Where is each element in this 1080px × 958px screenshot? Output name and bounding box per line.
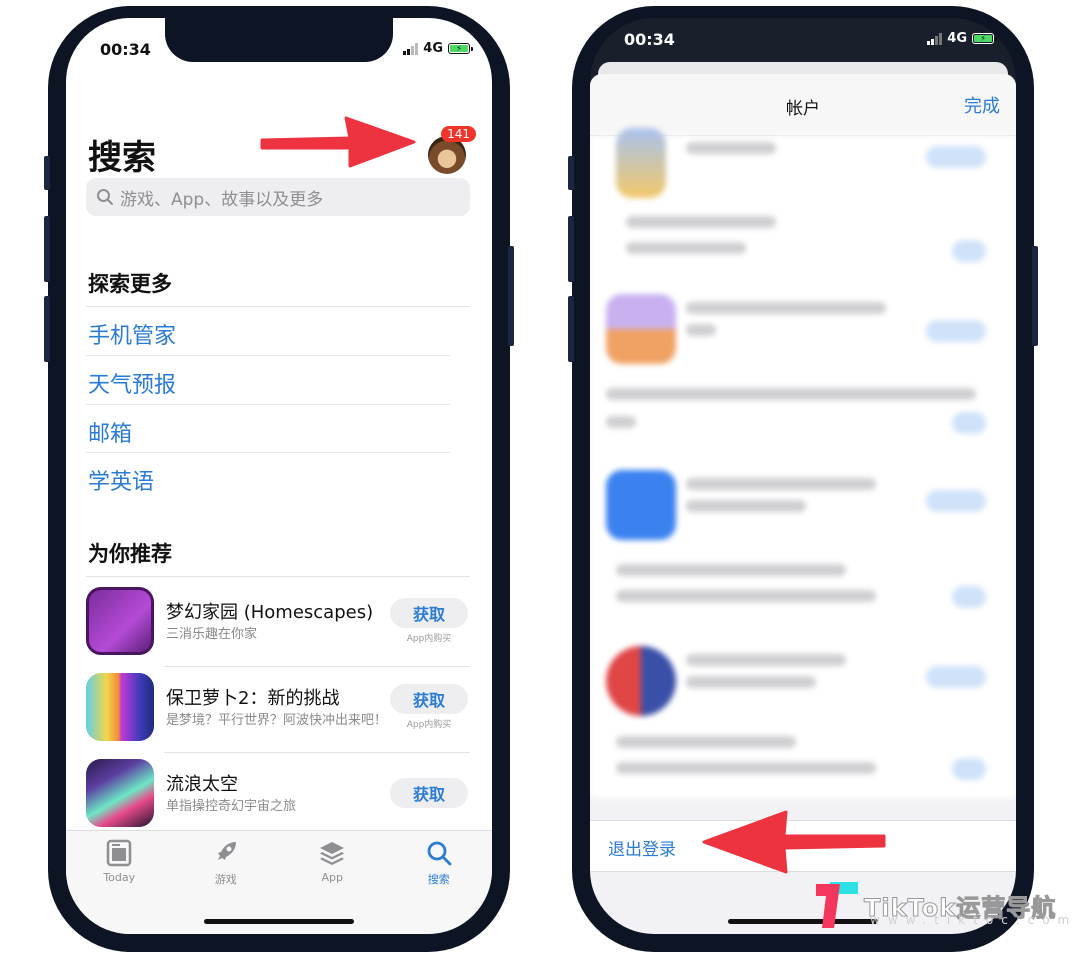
blurred-app-notes bbox=[606, 212, 1000, 292]
get-button[interactable]: 获取 bbox=[390, 598, 468, 628]
notification-badge: 141 bbox=[441, 126, 476, 142]
volume-down-button bbox=[44, 296, 50, 362]
tab-label: App bbox=[321, 871, 344, 884]
notch bbox=[165, 18, 393, 62]
blurred-app-notes bbox=[606, 560, 1000, 640]
blurred-app-row bbox=[606, 646, 1000, 726]
tab-label: 游戏 bbox=[214, 873, 237, 886]
blurred-app-row bbox=[606, 128, 1000, 216]
stage: 00:34 4G ⚡ 搜索 141 游戏、App、故事以及更多 探索更多 手机管… bbox=[0, 0, 1080, 958]
app-name: 梦幻家园 (Homescapes) bbox=[166, 602, 374, 624]
today-icon bbox=[107, 839, 132, 867]
get-button[interactable]: 获取 bbox=[390, 684, 468, 714]
status-indicators: 4G ⚡ bbox=[927, 31, 997, 46]
app-subtitle: 三消乐趣在你家 bbox=[166, 627, 258, 643]
watermark-url: www.tiktoc.com bbox=[870, 913, 1078, 927]
app-subtitle: 是梦境？平行世界？阿波快冲出来吧！ bbox=[166, 713, 388, 729]
sheet-header: 帐户 完成 bbox=[590, 74, 1016, 136]
blurred-updates-list bbox=[590, 128, 1016, 798]
explore-link-weather[interactable]: 天气预报 bbox=[88, 367, 176, 399]
blurred-app-row bbox=[606, 470, 1000, 550]
layers-icon bbox=[320, 842, 345, 865]
battery-charging-icon: ⚡ bbox=[448, 43, 473, 54]
annotation-arrow-right bbox=[260, 116, 416, 168]
search-icon bbox=[97, 189, 113, 205]
account-screen: 00:34 4G ⚡ 帐户 完成 退出登录 bbox=[590, 18, 1016, 934]
volume-down-button bbox=[568, 296, 574, 362]
battery-charging-icon: ⚡ bbox=[972, 33, 997, 44]
tab-today[interactable]: Today bbox=[79, 839, 159, 934]
done-button[interactable]: 完成 bbox=[964, 92, 1000, 118]
carrot-fantasy-app-icon bbox=[86, 673, 154, 741]
signal-icon bbox=[927, 32, 943, 45]
signal-icon bbox=[403, 42, 419, 55]
volume-up-button bbox=[44, 216, 50, 282]
in-app-purchase-note: App内购买 bbox=[406, 720, 452, 730]
explore-heading: 探索更多 bbox=[88, 272, 172, 296]
mute-switch bbox=[44, 156, 50, 190]
tab-label: Today bbox=[103, 871, 136, 884]
explore-link-phone-manager[interactable]: 手机管家 bbox=[88, 318, 176, 350]
blurred-app-row bbox=[606, 294, 1000, 374]
app-subtitle: 单指操控奇幻宇宙之旅 bbox=[166, 799, 297, 815]
sheet-title: 帐户 bbox=[786, 99, 820, 119]
power-button bbox=[1032, 246, 1038, 346]
divider bbox=[86, 576, 470, 577]
search-icon bbox=[427, 841, 452, 866]
rocket-icon bbox=[217, 842, 236, 860]
homescapes-app-icon bbox=[86, 587, 154, 655]
tab-search[interactable]: 搜索 bbox=[399, 839, 479, 934]
divider bbox=[86, 404, 450, 405]
status-time: 00:34 bbox=[624, 30, 675, 49]
get-button[interactable]: 获取 bbox=[390, 778, 468, 808]
app-name: 保卫萝卜2：新的挑战 bbox=[166, 688, 340, 710]
page-title: 搜索 bbox=[88, 138, 156, 178]
network-type: 4G bbox=[423, 41, 443, 56]
search-placeholder: 游戏、App、故事以及更多 bbox=[120, 189, 324, 210]
volume-up-button bbox=[568, 216, 574, 282]
tab-label: 搜索 bbox=[427, 873, 450, 886]
blurred-app-notes bbox=[606, 732, 1000, 812]
status-indicators: 4G ⚡ bbox=[403, 41, 473, 56]
divider bbox=[86, 355, 450, 356]
sign-out-button[interactable]: 退出登录 bbox=[608, 835, 676, 860]
explore-link-mail[interactable]: 邮箱 bbox=[88, 416, 132, 448]
recommend-heading: 为你推荐 bbox=[88, 542, 172, 566]
network-type: 4G bbox=[947, 31, 967, 46]
status-time: 00:34 bbox=[100, 40, 151, 59]
mute-switch bbox=[568, 156, 574, 190]
annotation-arrow-left bbox=[702, 810, 886, 874]
space-wander-app-icon bbox=[86, 759, 154, 827]
explore-link-english[interactable]: 学英语 bbox=[88, 464, 154, 496]
home-indicator bbox=[204, 919, 354, 924]
app-name: 流浪太空 bbox=[166, 774, 238, 796]
search-input[interactable]: 游戏、App、故事以及更多 bbox=[86, 178, 470, 216]
tiktok-guide-logo-icon bbox=[816, 882, 858, 928]
power-button bbox=[508, 246, 514, 346]
app-row-space-wander[interactable]: 流浪太空 单指操控奇幻宇宙之旅 获取 bbox=[86, 753, 470, 833]
app-row-homescapes[interactable]: 梦幻家园 (Homescapes) 三消乐趣在你家 获取 App内购买 bbox=[86, 581, 470, 661]
blurred-app-notes bbox=[606, 384, 1000, 464]
in-app-purchase-note: App内购买 bbox=[406, 634, 452, 644]
account-sheet: 帐户 完成 退出登录 bbox=[590, 74, 1016, 934]
app-row-carrot-fantasy-2[interactable]: 保卫萝卜2：新的挑战 是梦境？平行世界？阿波快冲出来吧！ 获取 App内购买 bbox=[86, 667, 470, 747]
divider bbox=[86, 452, 450, 453]
divider bbox=[86, 306, 470, 307]
